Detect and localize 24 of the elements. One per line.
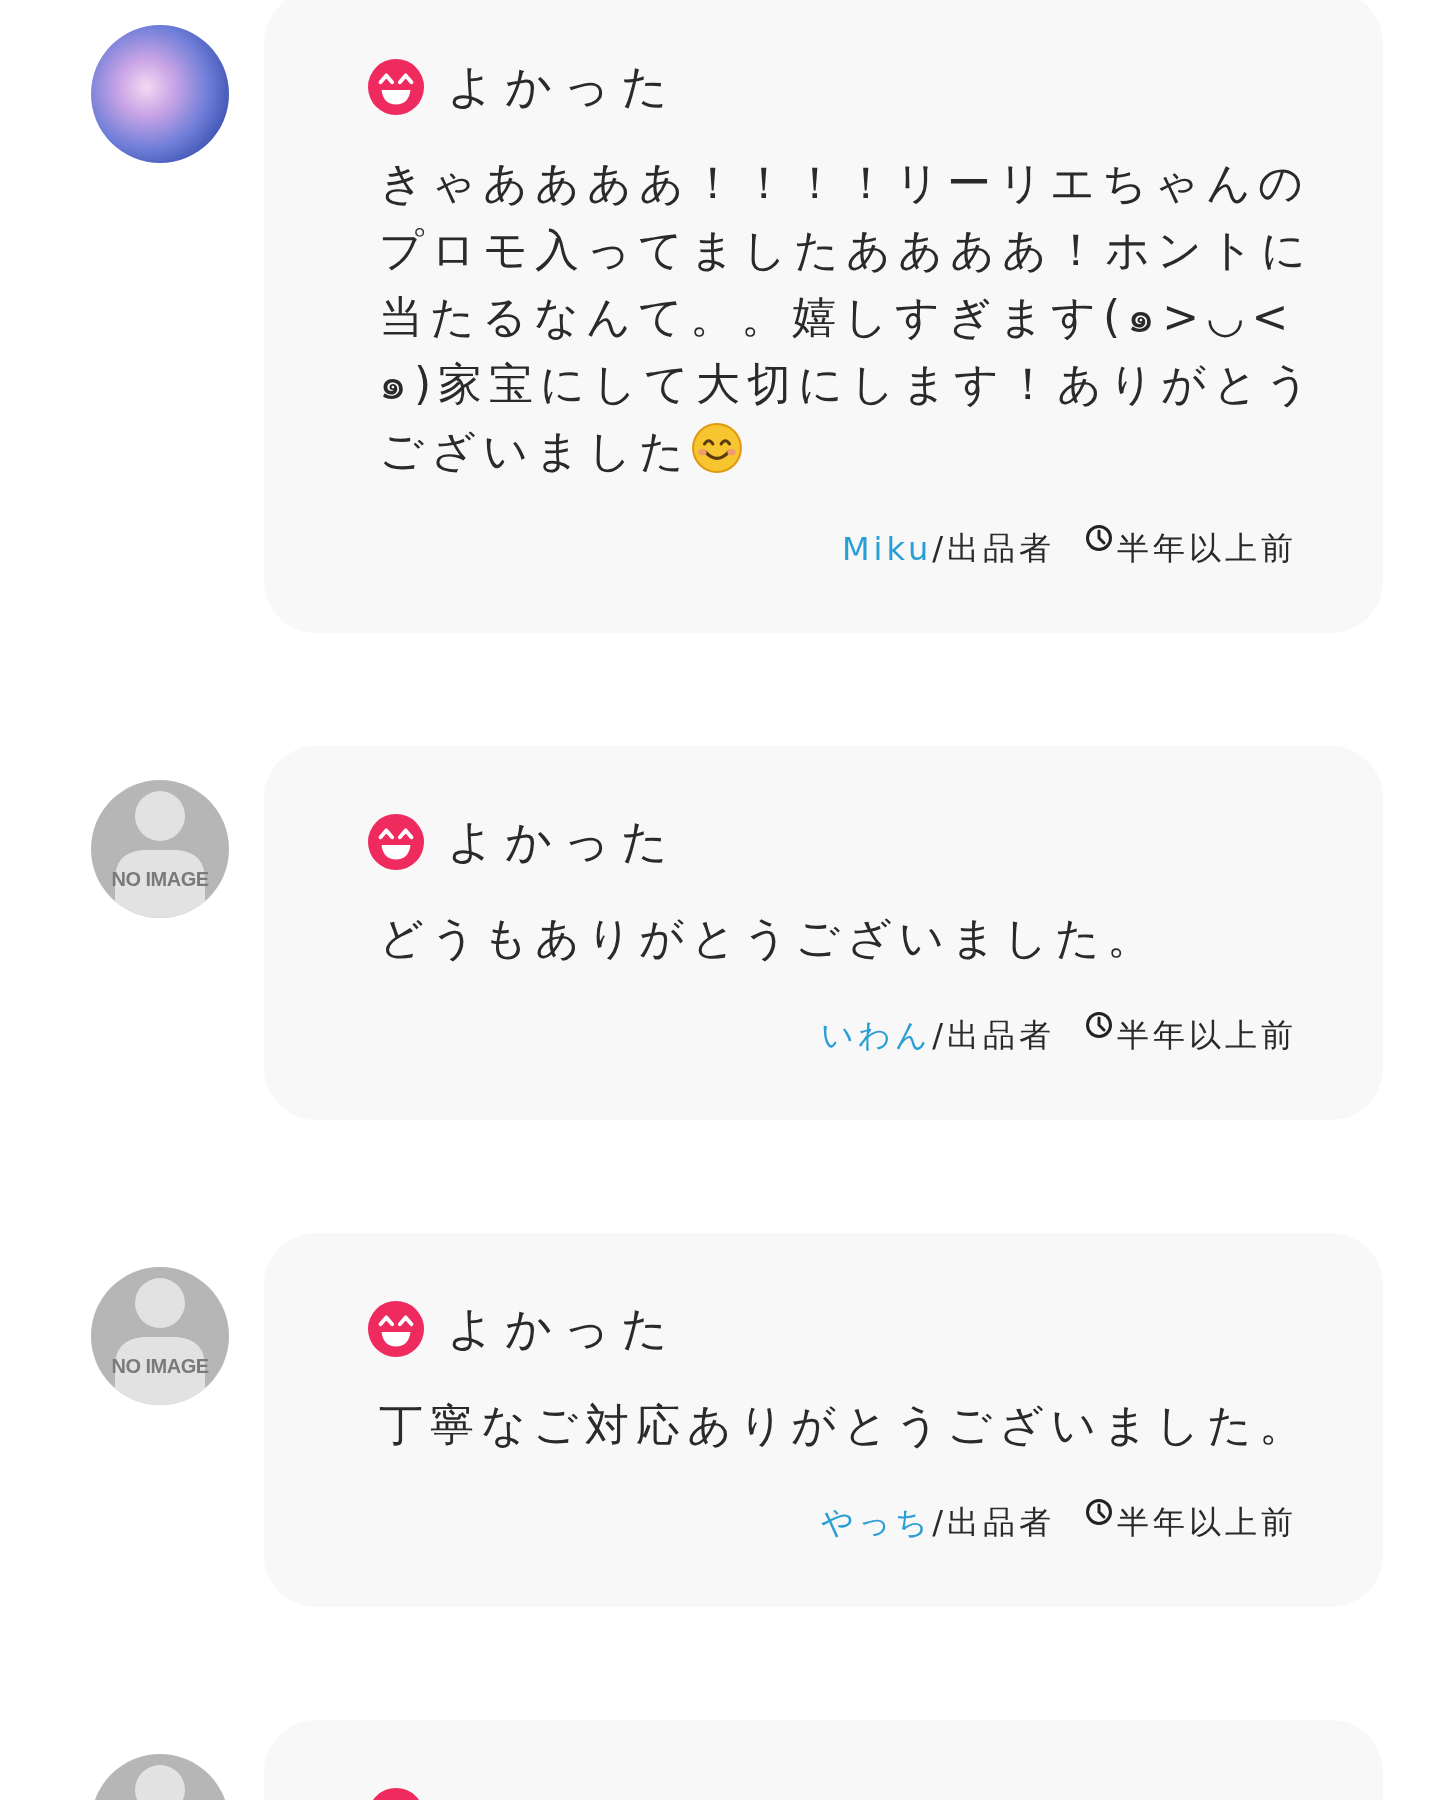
author-link[interactable]: いわん — [821, 1014, 933, 1058]
review-comment: どうもありがとうございました。 — [379, 911, 1159, 965]
role-label: /出品者 — [932, 528, 1055, 569]
no-image-label: NO IMAGE — [110, 1355, 210, 1378]
clock-icon — [1085, 1498, 1113, 1526]
clock-icon — [1085, 1011, 1113, 1039]
rating-label: よかった — [447, 1300, 679, 1357]
role-label: /出品者 — [932, 1502, 1055, 1543]
role-label: /出品者 — [932, 1015, 1055, 1056]
rating-label: よかった — [447, 813, 679, 870]
time-label: 半年以上前 — [1117, 1015, 1297, 1056]
no-image-label: NO IMAGE — [110, 868, 210, 891]
author-link[interactable]: やっち — [821, 1501, 933, 1545]
smiling-emoji-icon — [691, 422, 743, 474]
author-link[interactable]: Miku — [841, 530, 933, 568]
smiling-face-icon — [367, 58, 425, 116]
clock-icon — [1085, 524, 1113, 552]
smiling-face-icon — [367, 813, 425, 871]
rating-label: よかった — [447, 58, 679, 115]
review-comment: きゃああああ！！！！リーリエちゃんのプロモ入ってましたああああ！ホントに当たるなんて。。嬉しすぎます(๑>◡<๑)家宝にして大切にします！ありがとうございました — [379, 156, 1319, 478]
time-label: 半年以上前 — [1117, 1502, 1297, 1543]
smiling-face-icon — [367, 1300, 425, 1358]
review-comment: 丁寧なご対応ありがとうございました。 — [379, 1398, 1311, 1452]
time-label: 半年以上前 — [1117, 528, 1297, 569]
